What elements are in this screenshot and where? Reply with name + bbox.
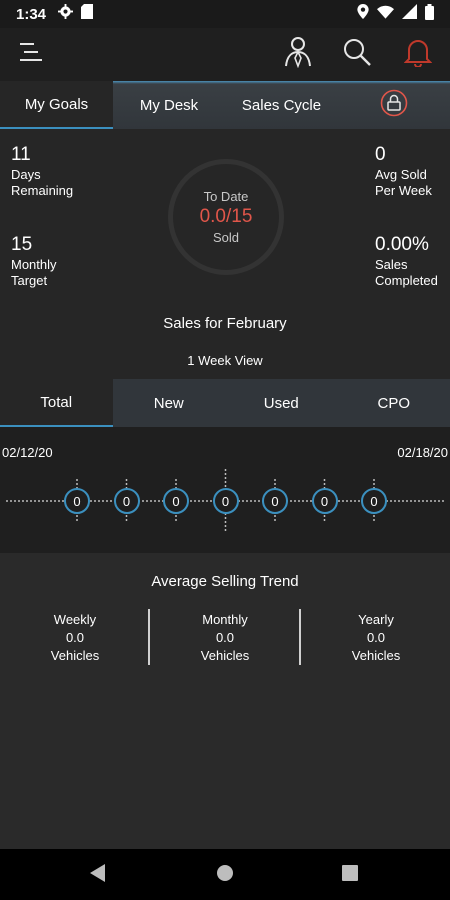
profile-button[interactable]	[278, 34, 318, 74]
weekly-timeline: 02/12/20 02/18/20 0000000	[0, 427, 450, 553]
sales-progress-ring: To Date 0.0/15 Sold	[168, 159, 284, 275]
trend-yearly: Yearly 0.0 Vehicles	[301, 611, 450, 665]
tab-sales-cycle[interactable]: Sales Cycle	[225, 81, 338, 129]
avg-sold-label-1: Avg Sold	[375, 167, 427, 182]
trend-weekly-unit: Vehicles	[50, 648, 100, 663]
gear-icon	[58, 4, 74, 24]
tab-lock[interactable]	[338, 81, 450, 129]
trend-yearly-unit: Vehicles	[351, 648, 401, 663]
timeline-day-node[interactable]: 0	[311, 488, 338, 514]
recents-icon	[342, 864, 358, 886]
sales-type-tabs: Total New Used CPO	[0, 379, 450, 427]
back-button[interactable]	[80, 857, 116, 893]
sales-month-title: Sales for February	[163, 315, 287, 332]
ring-top-label: To Date	[203, 189, 249, 204]
timeline-day-node[interactable]: 0	[163, 488, 189, 514]
back-icon	[90, 863, 106, 887]
goals-panel: 11 Days Remaining 15 Monthly Target 0 Av…	[0, 129, 450, 379]
trend-weekly: Weekly 0.0 Vehicles	[0, 611, 150, 665]
system-nav-bar	[0, 849, 450, 900]
status-bar: 1:34	[0, 0, 450, 28]
timeline-day-node[interactable]: 0	[262, 488, 288, 514]
sales-completed-stat: 0.00% Sales Completed	[375, 234, 438, 289]
battery-icon	[425, 3, 434, 25]
tab-cpo[interactable]: CPO	[338, 379, 450, 427]
sim-card-icon	[81, 4, 94, 24]
menu-button[interactable]	[10, 36, 50, 72]
timeline-day-node[interactable]: 0	[212, 488, 239, 514]
ring-value: 0.0/15	[199, 206, 253, 227]
trend-title: Average Selling Trend	[151, 573, 299, 590]
tab-used[interactable]: Used	[225, 379, 338, 427]
avg-sold-label-2: Per Week	[375, 183, 432, 198]
sales-completed-value: 0.00%	[375, 234, 429, 255]
app-bar	[0, 28, 450, 81]
average-selling-trend: Average Selling Trend Weekly 0.0 Vehicle…	[0, 553, 450, 849]
monthly-target-label-1: Monthly	[11, 257, 57, 272]
wifi-icon	[377, 5, 394, 24]
timeline-day-node[interactable]: 0	[113, 488, 140, 514]
home-button[interactable]	[207, 857, 243, 893]
sales-completed-label-1: Sales	[375, 257, 408, 272]
location-icon	[357, 4, 369, 24]
ring-bottom-label: Sold	[212, 230, 240, 245]
days-remaining-value: 11	[11, 144, 31, 165]
avg-sold-value: 0	[375, 144, 386, 165]
trend-weekly-value: 0.0	[65, 630, 85, 645]
avg-sold-stat: 0 Avg Sold Per Week	[375, 144, 432, 199]
trend-monthly-unit: Vehicles	[200, 648, 250, 663]
week-view-toggle[interactable]: 1 Week View	[0, 353, 450, 368]
monthly-target-label-2: Target	[11, 273, 48, 288]
search-button[interactable]	[337, 34, 377, 74]
trend-yearly-value: 0.0	[366, 630, 386, 645]
bell-icon	[403, 37, 433, 72]
trend-yearly-label: Yearly	[358, 612, 394, 627]
sales-completed-label-2: Completed	[375, 273, 438, 288]
home-icon	[216, 864, 234, 887]
top-tabs: My Goals My Desk Sales Cycle	[0, 81, 450, 129]
search-icon	[342, 37, 372, 72]
tab-total[interactable]: Total	[0, 379, 113, 427]
timeline-day-node[interactable]: 0	[64, 488, 90, 514]
days-remaining-label-1: Days	[11, 167, 41, 182]
lock-icon	[380, 89, 408, 121]
timeline-day-node[interactable]: 0	[361, 488, 387, 514]
days-remaining-stat: 11 Days Remaining	[11, 144, 74, 199]
signal-icon	[402, 4, 417, 24]
tab-my-goals[interactable]: My Goals	[0, 81, 113, 129]
person-icon	[283, 36, 313, 73]
menu-icon	[16, 40, 44, 69]
trend-monthly-label: Monthly	[202, 612, 248, 627]
days-remaining-label-2: Remaining	[11, 183, 74, 198]
monthly-target-stat: 15 Monthly Target	[11, 234, 57, 289]
notifications-button[interactable]	[398, 34, 438, 74]
trend-weekly-label: Weekly	[53, 612, 97, 627]
trend-monthly: Monthly 0.0 Vehicles	[150, 611, 300, 665]
tab-my-desk[interactable]: My Desk	[113, 81, 225, 129]
trend-monthly-value: 0.0	[215, 630, 235, 645]
status-time: 1:34	[16, 5, 47, 23]
monthly-target-value: 15	[11, 234, 33, 255]
tab-new[interactable]: New	[113, 379, 226, 427]
recents-button[interactable]	[332, 857, 368, 893]
